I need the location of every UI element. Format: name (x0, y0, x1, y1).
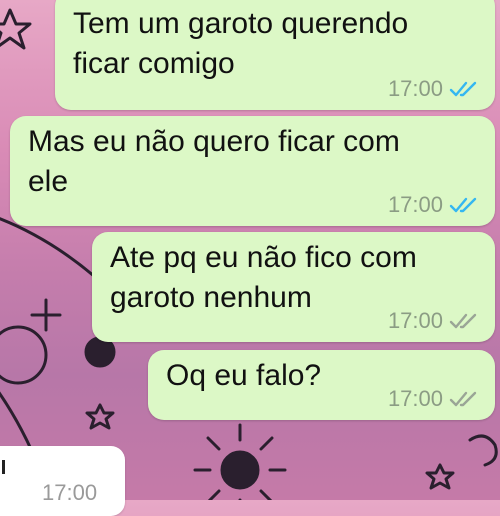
spiral-doodle (468, 434, 498, 467)
incoming-message[interactable]: 17:00 (0, 446, 125, 516)
message-time: 17:00 (42, 480, 98, 505)
message-meta: 17:00 (388, 388, 481, 410)
message-text: Mas eu não quero ficar com ele (28, 125, 400, 198)
message-time: 17:00 (387, 386, 443, 411)
sun-doodle-icon (193, 423, 287, 500)
delivered-double-check-icon (449, 313, 477, 329)
delivered-double-check-icon (449, 391, 477, 407)
message-time: 17:00 (387, 192, 443, 217)
text-fragment (2, 460, 5, 474)
star-doodle-icon (0, 8, 32, 50)
message-time: 17:00 (387, 308, 443, 333)
outgoing-message[interactable]: Oq eu falo? 17:00 (148, 350, 495, 420)
astronaut-helmet-doodle (0, 325, 48, 385)
sparkle-doodle-icon (30, 298, 62, 332)
message-text: Tem um garoto querendo ficar comigo (73, 7, 409, 80)
read-double-check-icon (449, 81, 477, 97)
star-small-doodle-icon (85, 403, 115, 430)
message-meta: 17:00 (388, 78, 481, 100)
message-meta: 17:00 (388, 194, 481, 216)
star-right-doodle-icon (425, 463, 455, 490)
message-text: Ate pq eu não fico com garoto nenhum (110, 241, 417, 314)
message-meta: 17:00 (388, 310, 481, 332)
outgoing-message[interactable]: Mas eu não quero ficar com ele 17:00 (10, 116, 495, 226)
planet-doodle-icon (84, 336, 116, 368)
read-double-check-icon (449, 197, 477, 213)
message-time: 17:00 (387, 76, 443, 101)
outgoing-message[interactable]: Ate pq eu não fico com garoto nenhum 17:… (92, 232, 495, 342)
outgoing-message[interactable]: Tem um garoto querendo ficar comigo 17:0… (55, 0, 495, 110)
